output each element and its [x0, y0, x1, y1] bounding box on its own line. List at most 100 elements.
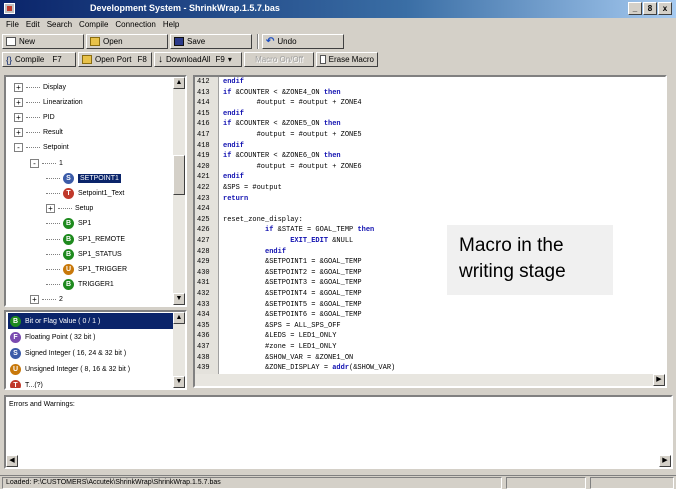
scroll-down-icon[interactable]: ▼: [173, 293, 185, 305]
code-line[interactable]: 435 &SPS = ALL_SPS_OFF: [195, 322, 665, 331]
download-shortcut: F9: [215, 55, 225, 64]
tree-item[interactable]: + Result: [14, 126, 63, 140]
code-line[interactable]: 414 #output = #output + ZONE4: [195, 99, 665, 108]
code-line[interactable]: 439 &ZONE_DISPLAY = addr(&SHOW_VAR): [195, 364, 665, 373]
port-icon: [82, 55, 92, 64]
line-number: 425: [197, 215, 210, 224]
line-number: 431: [197, 279, 210, 288]
scroll-up-icon[interactable]: ▲: [173, 312, 185, 324]
code-line[interactable]: 424: [195, 205, 665, 214]
tree-item[interactable]: U SP1_TRIGGER: [46, 262, 127, 276]
menu-search[interactable]: Search: [44, 18, 76, 32]
compile-button[interactable]: {} Compile F7: [2, 52, 76, 67]
menu-bar: File Edit Search Compile Connection Help: [0, 18, 676, 32]
data-type-item[interactable]: B Bit or Flag Value ( 0 / 1 ): [8, 313, 173, 329]
erase-macro-button[interactable]: Erase Macro: [316, 52, 378, 67]
tree-item[interactable]: +2: [30, 293, 63, 305]
save-button[interactable]: Save: [170, 34, 252, 49]
tree-vertical-scrollbar[interactable]: ▲ ▼: [173, 77, 185, 305]
tree-item[interactable]: B SP1_REMOTE: [46, 232, 125, 246]
code-line[interactable]: 415 endif: [195, 110, 665, 119]
erase-macro-label: Erase Macro: [328, 55, 374, 64]
collapse-icon[interactable]: -: [30, 158, 39, 168]
tree-item[interactable]: B SP1_STATUS: [46, 247, 122, 261]
data-type-item[interactable]: U Unsigned Integer ( 8, 16 & 32 bit ): [8, 361, 173, 377]
code-text: &SETPOINT5 = &GOAL_TEMP: [223, 300, 362, 309]
code-line[interactable]: 412 endif: [195, 78, 665, 87]
restore-button[interactable]: 8: [643, 2, 657, 15]
code-line[interactable]: 433 &SETPOINT5 = &GOAL_TEMP: [195, 301, 665, 310]
download-all-button[interactable]: ↓ DownloadAll F9 ▾: [154, 52, 242, 67]
scroll-right-icon[interactable]: ▶: [653, 374, 665, 386]
undo-button[interactable]: ↶ Undo: [262, 34, 344, 49]
data-type-item[interactable]: F Floating Point ( 32 bit ): [8, 329, 173, 345]
data-type-item[interactable]: T T...(?): [8, 377, 173, 388]
tree-item[interactable]: + PID: [14, 110, 55, 124]
scroll-right-icon[interactable]: ▶: [659, 455, 671, 467]
code-line[interactable]: 418 endif: [195, 142, 665, 151]
tree-item[interactable]: - Setpoint: [14, 141, 69, 155]
menu-connection[interactable]: Connection: [112, 18, 159, 32]
menu-compile[interactable]: Compile: [76, 18, 112, 32]
menu-help[interactable]: Help: [160, 18, 183, 32]
code-line[interactable]: 417 #output = #output + ZONE5: [195, 131, 665, 140]
tree-item[interactable]: -1: [30, 156, 63, 170]
expand-icon[interactable]: +: [30, 295, 39, 305]
code-line[interactable]: 438 &SHOW_VAR = &ZONE1_ON: [195, 354, 665, 363]
code-line[interactable]: 419 if &COUNTER < &ZONE6_ON then: [195, 152, 665, 161]
tree-item[interactable]: + Display: [14, 80, 66, 94]
errors-panel[interactable]: Errors and Warnings: ◀ ▶: [4, 395, 673, 469]
code-editor[interactable]: 412 endif 413 if &COUNTER < &ZONE4_ON then 4…: [193, 75, 667, 388]
undo-button-label: Undo: [277, 37, 297, 46]
open-port-button[interactable]: Open Port F8: [78, 52, 152, 67]
open-button[interactable]: Open: [86, 34, 168, 49]
tree-connector: [46, 284, 60, 286]
code-line[interactable]: 437 #zone = LED1_ONLY: [195, 343, 665, 352]
code-line[interactable]: 421 endif: [195, 173, 665, 182]
tree-item-label: SP1: [78, 220, 92, 228]
line-number: 432: [197, 290, 210, 298]
code-line[interactable]: 422 &SPS = #output: [195, 184, 665, 193]
expand-icon[interactable]: +: [14, 97, 23, 107]
code-line[interactable]: 416 if &COUNTER < &ZONE5_ON then: [195, 120, 665, 129]
data-types-list[interactable]: B Bit or Flag Value ( 0 / 1 ) F Floating Po…: [4, 310, 187, 390]
menu-edit[interactable]: Edit: [23, 18, 44, 32]
code-line[interactable]: 423 return: [195, 195, 665, 204]
data-type-item[interactable]: S Signed Integer ( 16, 24 & 32 bit ): [8, 345, 173, 361]
code-line[interactable]: 413 if &COUNTER < &ZONE4_ON then: [195, 89, 665, 98]
code-line[interactable]: 434 &SETPOINT6 = &GOAL_TEMP: [195, 311, 665, 320]
line-number: 437: [197, 343, 210, 351]
code-line[interactable]: 425 reset_zone_display:: [195, 216, 665, 225]
variable-tree[interactable]: + Display + Linearization + PID + Result - Setpoi…: [4, 75, 187, 307]
code-horizontal-scrollbar[interactable]: ▶: [195, 374, 665, 386]
compile-icon: {}: [6, 54, 13, 65]
dropdown-arrow-icon[interactable]: ▾: [228, 55, 232, 64]
code-line[interactable]: 436 &LEDS = LED1_ONLY: [195, 332, 665, 341]
types-vertical-scrollbar[interactable]: ▲ ▼: [173, 312, 185, 388]
code-text: reset_zone_display:: [223, 215, 303, 224]
tree-item[interactable]: T Setpoint1_Text: [46, 186, 124, 200]
collapse-icon[interactable]: -: [14, 143, 23, 153]
scroll-thumb[interactable]: [173, 155, 185, 195]
menu-file[interactable]: File: [3, 18, 23, 32]
scroll-up-icon[interactable]: ▲: [173, 77, 185, 89]
expand-icon[interactable]: +: [14, 112, 23, 122]
variable-type-icon: B: [63, 279, 74, 291]
minimize-button[interactable]: _: [628, 2, 642, 15]
app-icon[interactable]: [4, 3, 15, 14]
expand-icon[interactable]: +: [46, 204, 55, 214]
data-type-icon: T: [10, 379, 21, 388]
new-button[interactable]: New: [2, 34, 84, 49]
tree-item[interactable]: + Setup: [46, 202, 93, 216]
code-line[interactable]: 420 #output = #output + ZONE6: [195, 163, 665, 172]
tree-item[interactable]: B TRIGGER1: [46, 278, 114, 292]
tree-item[interactable]: S SETPOINT1: [46, 171, 121, 185]
scroll-left-icon[interactable]: ◀: [6, 455, 18, 467]
close-button[interactable]: x: [658, 2, 672, 15]
tree-item[interactable]: + Linearization: [14, 95, 83, 109]
macro-toggle-button[interactable]: Macro On/Off: [244, 52, 314, 67]
scroll-down-icon[interactable]: ▼: [173, 376, 185, 388]
expand-icon[interactable]: +: [14, 128, 23, 138]
expand-icon[interactable]: +: [14, 82, 23, 92]
tree-item[interactable]: B SP1: [46, 217, 91, 231]
